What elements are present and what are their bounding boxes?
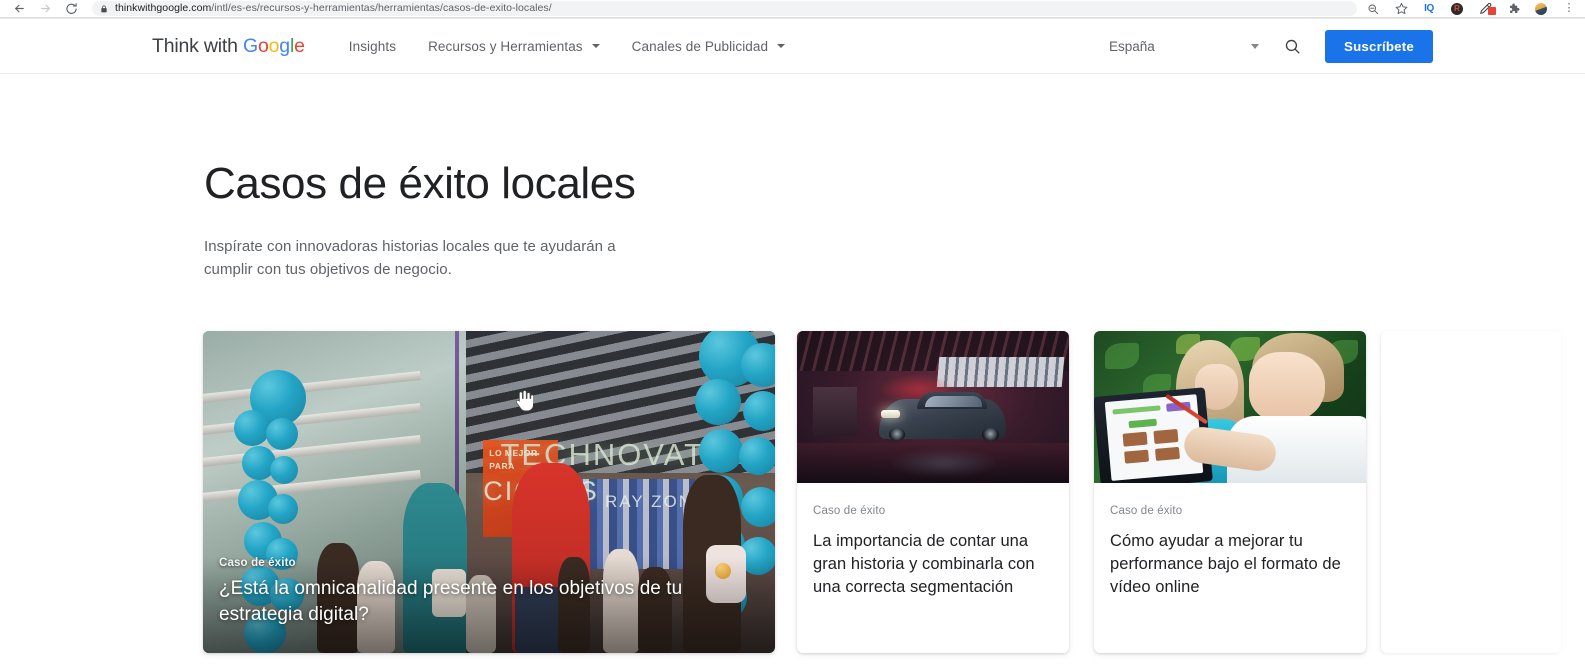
forward-arrow-icon[interactable] [32,0,58,17]
card-title: Cómo ayudar a mejorar tu performance baj… [1110,532,1341,596]
browser-toolbar: thinkwithgoogle.com/intl/es-es/recursos-… [0,0,1585,17]
address-bar[interactable]: thinkwithgoogle.com/intl/es-es/recursos-… [92,1,1357,16]
chrome-menu-icon[interactable]: ⋮ [1555,0,1583,17]
extension-eyedropper-icon[interactable] [1471,0,1499,17]
nav-item-recursos-y-herramientas[interactable]: Recursos y Herramientas [412,39,616,54]
browser-extension-icons: IQ R ⋮ [1359,0,1585,17]
reload-icon[interactable] [58,0,84,17]
nav-item-label: Insights [348,38,397,54]
chevron-down-icon [777,44,786,48]
card-kicker: Caso de éxito [813,505,886,517]
chevron-down-icon [1251,43,1259,49]
card-image-children-tablet [1094,331,1366,483]
card-caso-de-exito-omnicanalidad[interactable]: LO MEJOR PARA TECHNOVATI CIONES RAY ZONE [203,331,775,653]
country-selector-value: España [1109,38,1155,54]
card-image-store-balloons: LO MEJOR PARA TECHNOVATI CIONES RAY ZONE [203,331,775,653]
card-body: Caso de éxito Cómo ayudar a mejorar tu p… [1094,483,1366,598]
browser-nav-buttons [0,0,84,17]
subscribe-button[interactable]: Suscríbete [1325,29,1433,63]
chrome-divider [0,17,1585,19]
nav-item-label: Canales de Publicidad [631,38,769,54]
extension-badge [1488,7,1496,15]
lock-icon [100,4,108,14]
hero-section: Casos de éxito locales Inspírate con inn… [0,75,1585,281]
extensions-puzzle-icon[interactable] [1499,0,1527,17]
card-partial-next[interactable] [1381,331,1561,653]
card-overlay: Caso de éxito ¿Está la omnicanalidad pre… [203,556,775,653]
card-caso-de-exito-gran-historia[interactable]: Caso de éxito La importancia de contar u… [797,331,1069,653]
page-subtitle: Inspírate con innovadoras historias loca… [204,238,616,278]
main-navigation: Insights Recursos y Herramientas Canales… [333,39,801,54]
nav-item-insights[interactable]: Insights [333,39,412,54]
card-body: Caso de éxito La importancia de contar u… [797,483,1069,598]
card-title: La importancia de contar una gran histor… [813,532,1035,596]
card-kicker: Caso de éxito [219,556,296,569]
search-icon[interactable] [1275,29,1309,63]
zoom-icon[interactable] [1359,0,1387,17]
back-arrow-icon[interactable] [6,0,32,17]
bookmark-star-icon[interactable] [1387,0,1415,17]
page-content: Casos de éxito locales Inspírate con inn… [0,75,1585,670]
card-caso-de-exito-video-online[interactable]: Caso de éxito Cómo ayudar a mejorar tu p… [1094,331,1366,653]
card-image-dark-car [797,331,1069,483]
country-selector[interactable]: España [1109,39,1259,54]
avatar [1535,2,1547,15]
page-title: Casos de éxito locales [204,159,636,208]
chevron-down-icon [591,44,600,48]
extension-iq-icon[interactable]: IQ [1415,0,1443,17]
card-title: ¿Está la omnicanalidad presente en los o… [219,577,683,626]
cards-carousel: LO MEJOR PARA TECHNOVATI CIONES RAY ZONE [203,331,1391,653]
url-text: thinkwithgoogle.com/intl/es-es/recursos-… [115,2,552,14]
site-logo[interactable]: Think with Google [152,35,305,58]
header-actions: España Suscríbete [1109,29,1585,63]
card-kicker: Caso de éxito [1110,505,1183,517]
nav-item-canales-de-publicidad[interactable]: Canales de Publicidad [616,39,801,54]
site-header: Think with Google Insights Recursos y He… [0,19,1585,74]
nav-item-label: Recursos y Herramientas [428,38,583,54]
extension-dark-circle-icon[interactable]: R [1443,0,1471,17]
profile-avatar-icon[interactable] [1527,0,1555,17]
